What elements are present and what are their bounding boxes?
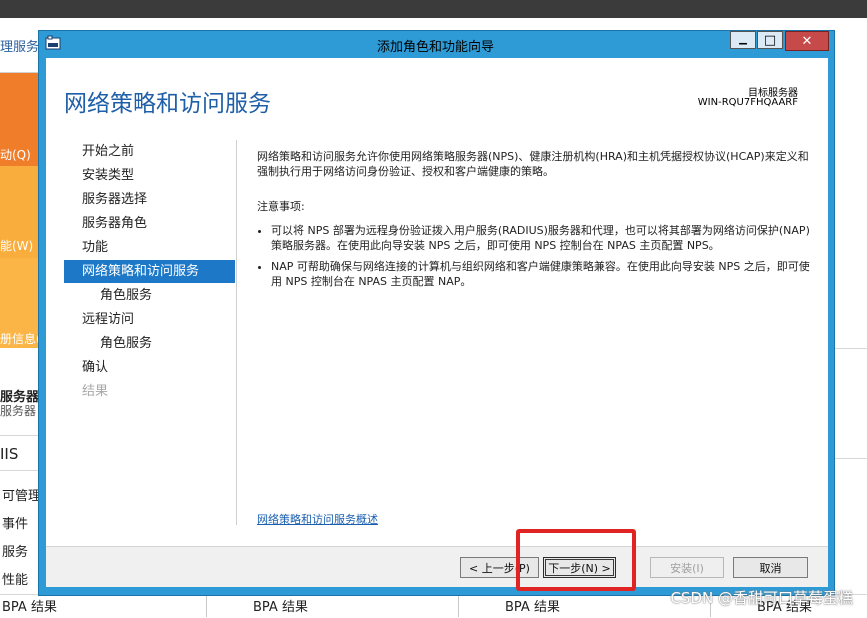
csdn-watermark: CSDN @香甜可口草莓蛋糕	[670, 589, 853, 607]
nav-remote-access[interactable]: 远程访问	[64, 308, 235, 331]
server-manager-title: 理服务	[0, 40, 40, 55]
wizard-window-title: 添加角色和功能向导	[376, 40, 494, 55]
page-title: 网络策略和访问服务	[64, 91, 271, 117]
column-divider	[206, 594, 207, 617]
services-item[interactable]: 服务	[2, 541, 28, 560]
divider	[0, 435, 40, 436]
target-server-name: WIN-RQU7FHQAARF	[697, 97, 798, 108]
maximize-button[interactable]: □	[757, 31, 783, 49]
nav-npas-role-services[interactable]: 角色服务	[64, 284, 235, 307]
install-button: 安装(I)	[650, 557, 724, 578]
nav-confirmation[interactable]: 确认	[64, 356, 235, 379]
nav-server-roles[interactable]: 服务器角色	[64, 212, 235, 235]
maximize-icon: □	[763, 32, 777, 48]
events-item[interactable]: 事件	[2, 513, 28, 532]
bpa-result-link[interactable]: BPA 结果	[2, 596, 57, 615]
notes-list: 可以将 NPS 部署为远程身份验证拨入用户服务(RADIUS)服务器和代理，也可…	[257, 223, 812, 289]
taskbar-strip	[0, 0, 867, 18]
divider	[830, 348, 867, 349]
divider	[830, 458, 867, 459]
close-button[interactable]: ✕	[785, 31, 829, 51]
tile-text-3[interactable]: 册信息(	[0, 330, 41, 347]
content-panel: 网络策略和访问服务允许你使用网络策略服务器(NPS)、健康注册机构(HRA)和主…	[257, 149, 812, 295]
nav-server-selection[interactable]: 服务器选择	[64, 188, 235, 211]
minimize-icon: ▁	[739, 34, 747, 45]
nav-installation-type[interactable]: 安装类型	[64, 164, 235, 187]
iis-tile-label[interactable]: IIS	[0, 445, 18, 463]
roles-section-sub: 服务器	[0, 404, 37, 418]
nav-features[interactable]: 功能	[64, 236, 235, 259]
bpa-result-link[interactable]: BPA 结果	[253, 596, 308, 615]
intro-text: 网络策略和访问服务允许你使用网络策略服务器(NPS)、健康注册机构(HRA)和主…	[257, 150, 809, 178]
tile-text-2[interactable]: 能(W)	[0, 237, 33, 254]
bpa-result-link[interactable]: BPA 结果	[505, 596, 560, 615]
nav-before-you-begin[interactable]: 开始之前	[64, 140, 235, 163]
nav-remote-access-role-services[interactable]: 角色服务	[64, 332, 235, 355]
notes-heading: 注意事项:	[257, 200, 305, 213]
list-item: NAP 可帮助确保与网络连接的计算机与组织网络和客户端健康策略兼容。在使用此向导…	[271, 259, 812, 289]
tile-text-1[interactable]: 动(Q)	[0, 146, 31, 163]
minimize-button[interactable]: ▁	[730, 31, 756, 49]
npas-overview-link[interactable]: 网络策略和访问服务概述	[257, 511, 378, 527]
close-icon: ✕	[801, 33, 813, 49]
performance-item[interactable]: 性能	[2, 569, 28, 588]
cancel-button[interactable]: 取消	[733, 557, 808, 578]
manageability-item[interactable]: 可管理	[2, 485, 41, 504]
list-item: 可以将 NPS 部署为远程身份验证拨入用户服务(RADIUS)服务器和代理，也可…	[271, 223, 812, 253]
nav-separator	[236, 140, 237, 525]
background-right-area	[830, 40, 867, 600]
nav-results: 结果	[82, 384, 109, 399]
column-divider	[458, 594, 459, 617]
divider	[0, 470, 40, 471]
red-highlight-box	[516, 529, 636, 591]
nav-npas[interactable]: 网络策略和访问服务	[64, 260, 235, 283]
